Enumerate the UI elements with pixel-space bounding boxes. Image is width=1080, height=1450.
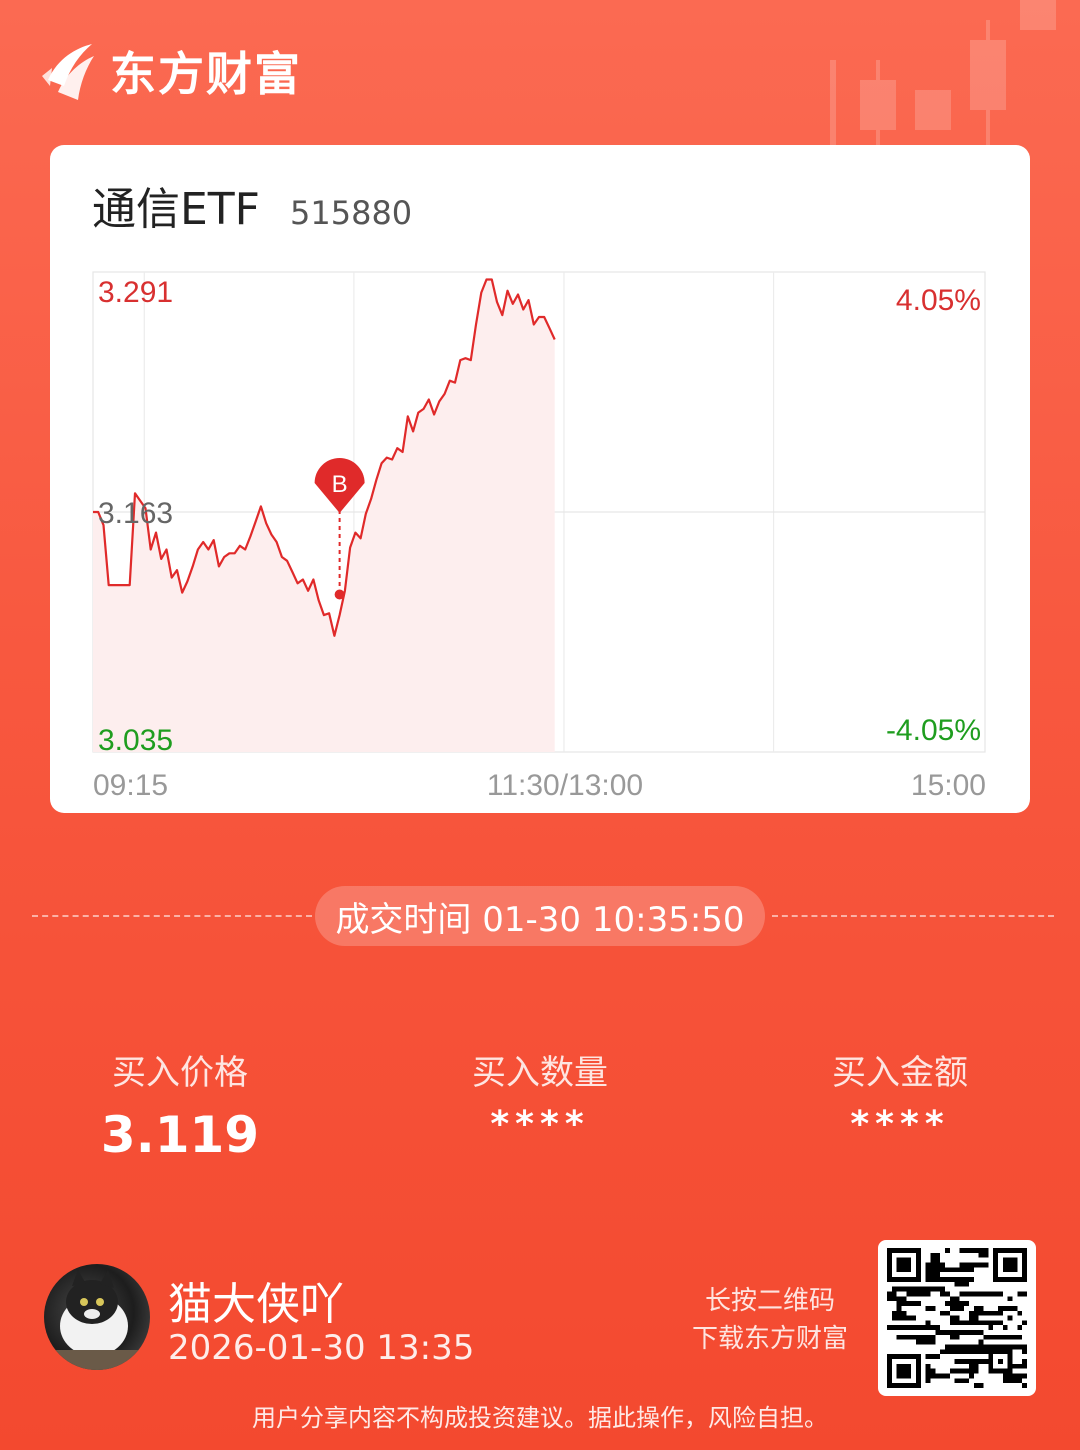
brand-name: 东方财富 [110,47,302,101]
avatar[interactable] [44,1264,150,1370]
stock-chart-card: 通信ETF 515880 3.291 3.163 3.035 4.05% -4.05% 0… [50,145,1030,813]
x-tick-mid: 11:30/13:00 [487,769,643,802]
buy-marker-dot [334,589,345,600]
x-tick-start: 09:15 [93,769,168,802]
qr-hint-line: 下载东方财富 [691,1324,848,1354]
cat-avatar-icon [44,1270,150,1370]
qr-code-icon [887,1248,1027,1388]
y-tick-mid: 3.163 [98,497,173,530]
y-tick-right-high: 4.05% [896,284,981,317]
intraday-price-chart: 3.291 3.163 3.035 4.05% -4.05% 09:15 11:30/13:… [92,271,986,802]
y-tick-low: 3.035 [98,724,173,757]
x-tick-end: 15:00 [911,769,986,802]
qr-hint-line: 长按二维码 [704,1286,835,1316]
stat-value: 3.119 [100,1106,260,1164]
y-tick-high: 3.291 [98,276,173,309]
user-name: 猫大侠吖 [168,1279,344,1330]
disclaimer: 用户分享内容不构成投资建议。据此操作，风险自担。 [252,1404,828,1432]
divider-right [772,915,1054,917]
buy-marker-label: B [332,471,348,498]
y-tick-right-low: -4.05% [886,714,981,747]
stat-label: 买入数量 [472,1053,608,1093]
trade-time-row: 成交时间 01-30 10:35:50 [0,886,1080,946]
share-timestamp: 2026-01-30 13:35 [168,1328,475,1368]
brand-logo: 东方财富 [40,38,302,104]
stat-value: **** [490,1104,590,1145]
stat-value: **** [850,1104,950,1145]
stat-label: 买入价格 [112,1053,248,1093]
eastmoney-logo-icon [42,44,94,100]
trade-time-badge: 成交时间 01-30 10:35:50 [315,886,765,946]
stat-buy-amount: 买入金额 **** [750,1045,1050,1145]
divider-left [32,915,312,917]
qr-code[interactable] [878,1240,1036,1396]
background-candlestick-decoration [830,0,1056,150]
qr-hint: 长按二维码 下载东方财富 [680,1282,860,1358]
stat-buy-quantity: 买入数量 **** [390,1045,690,1145]
stat-buy-price: 买入价格 3.119 [30,1045,330,1164]
stat-label: 买入金额 [832,1053,968,1093]
